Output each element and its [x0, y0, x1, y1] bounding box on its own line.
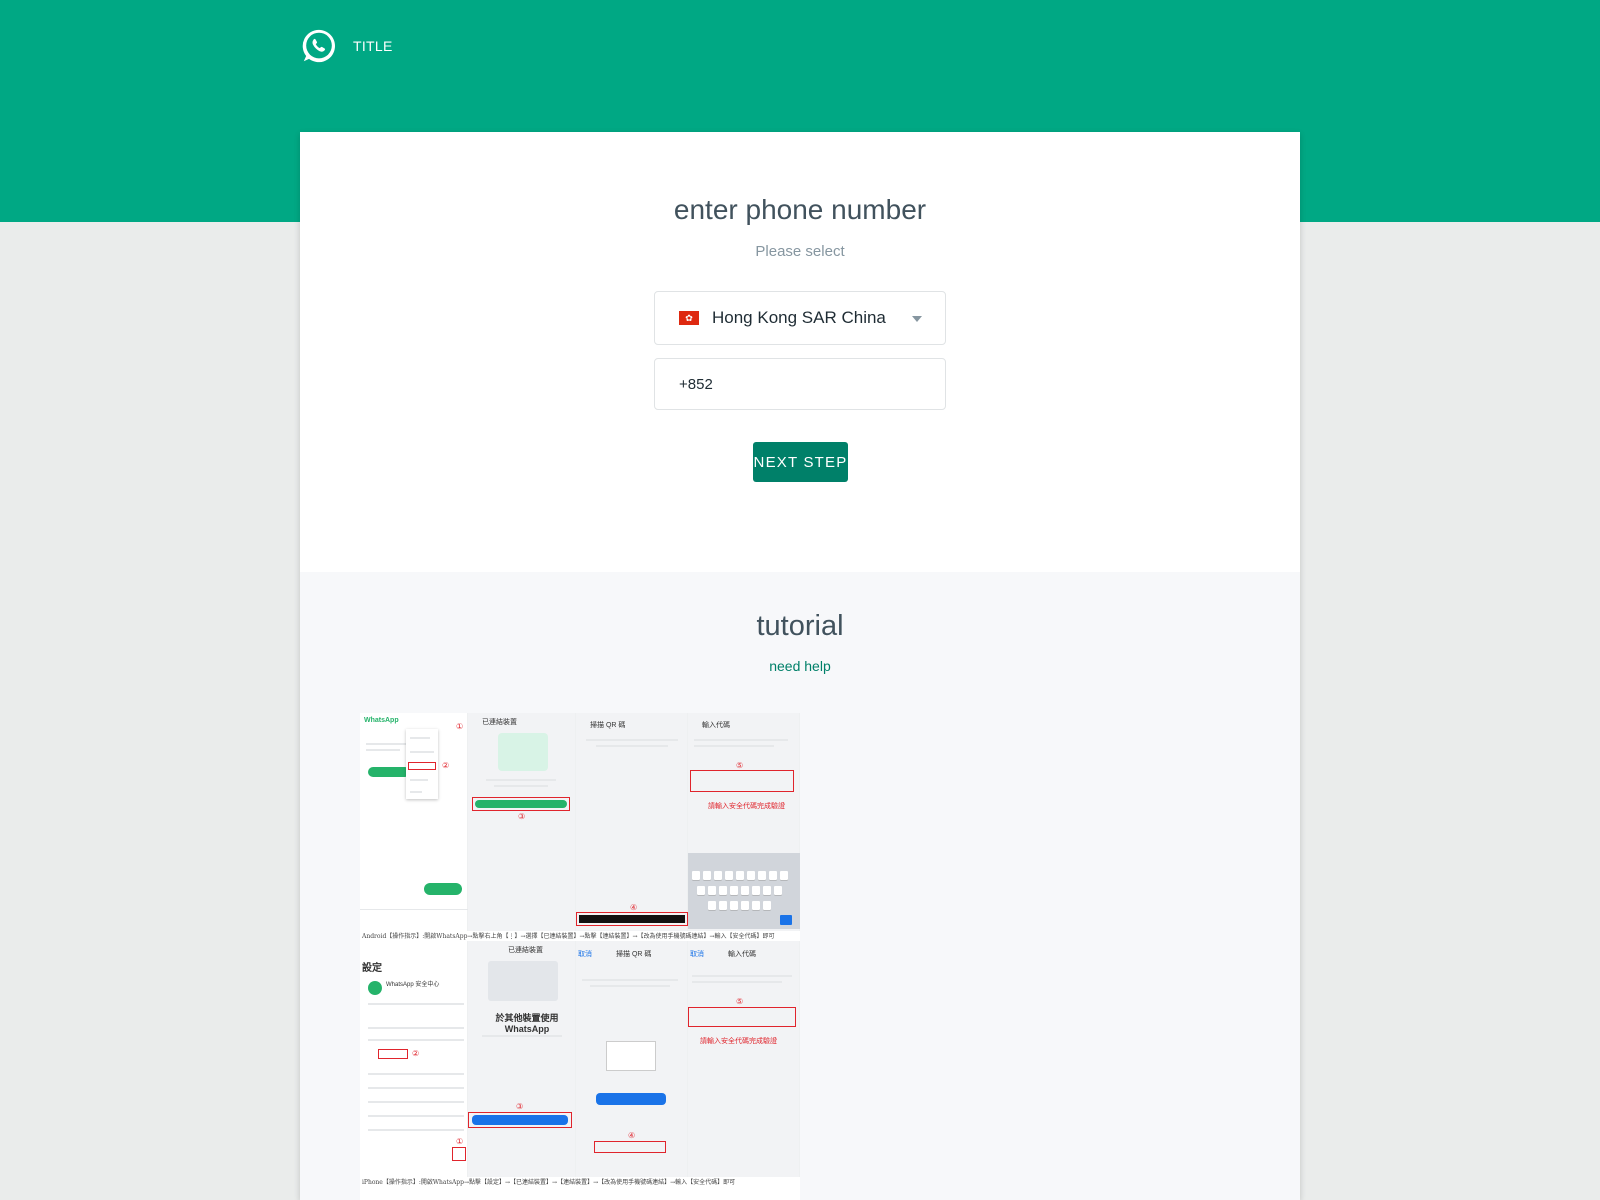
android-step3: ③ — [518, 812, 526, 821]
android-caption: Android【操作指示】:開啟WhatsApp→點擊右上角【⋮】→選擇【已連結… — [362, 933, 775, 940]
next-step-button[interactable]: NEXT STEP — [753, 442, 848, 482]
page-subtitle: Please select — [755, 243, 845, 260]
android-panel-1: WhatsApp ① ② — [360, 713, 468, 931]
hong-kong-flag-icon: ✿ — [679, 311, 699, 325]
android-green-button — [368, 767, 410, 777]
iphone-linked-devices-title: 已連結裝置 — [508, 947, 543, 954]
whatsapp-logo-icon — [302, 29, 335, 63]
android-scan-qr-title: 掃描 QR 碼 — [590, 722, 626, 729]
android-linked-devices-title: 已連結裝置 — [482, 719, 517, 726]
main-card: enter phone number Please select ✿ Hong … — [300, 132, 1300, 1200]
need-help-link[interactable]: need help — [300, 658, 1300, 674]
iphone-select-qr-title: 掃描 QR 碼 — [616, 951, 652, 958]
iphone-step4: ④ — [628, 1131, 636, 1140]
phone-number-input[interactable] — [654, 358, 946, 410]
iphone-step2: ② — [412, 1049, 420, 1058]
android-step2: ② — [442, 761, 450, 770]
brand: TITLE — [300, 27, 393, 65]
iphone-cancel: 取消 — [578, 951, 592, 958]
iphone-security-code-hint: 請輸入安全代碼完成驗證 — [700, 1038, 777, 1045]
iphone-caption: iPhone【操作指示】:開啟WhatsApp→點擊【設定】→【已連結裝置】→【… — [362, 1179, 736, 1186]
page-title: enter phone number — [673, 194, 927, 225]
android-step5: ⑤ — [736, 761, 744, 770]
iphone-panel-1: 設定 WhatsApp 安全中心 ② ① — [360, 941, 468, 1177]
chevron-down-icon — [912, 316, 922, 322]
iphone-step5: ⑤ — [736, 997, 744, 1006]
iphone-enter-code-title: 輸入代碼 — [728, 951, 756, 958]
country-select[interactable]: ✿ Hong Kong SAR China — [654, 291, 946, 345]
android-whatsapp-label: WhatsApp — [364, 717, 399, 724]
iphone-step3: ③ — [516, 1102, 524, 1111]
iphone-confirm-button — [596, 1093, 666, 1105]
tutorial-image: WhatsApp ① ② 已連結裝置 ③ 掃描 QR 碼 ④ 輸入代碼 ⑤ 請輸… — [360, 713, 800, 1200]
android-panel-2: 已連結裝置 ③ — [468, 713, 576, 931]
iphone-panel-4: 取消 輸入代碼 ⑤ 請輸入安全代碼完成驗證 — [688, 941, 800, 1177]
tutorial-heading: tutorial — [756, 610, 844, 642]
tutorial-section: tutorial need help WhatsApp ① ② 已連結裝置 ③ … — [300, 572, 1300, 1200]
iphone-link-device-button — [472, 1115, 568, 1125]
iphone-panel-3: 取消 掃描 QR 碼 ④ — [576, 941, 688, 1177]
android-enter-code-title: 輸入代碼 — [702, 722, 730, 729]
iphone-use-other-devices: 於其他裝置使用 WhatsApp — [495, 1013, 559, 1034]
iphone-step1: ① — [456, 1137, 464, 1146]
android-step4: ④ — [630, 903, 638, 912]
android-panel-4: 輸入代碼 ⑤ 請輸入安全代碼完成驗證 — [688, 713, 800, 931]
iphone-safety-center: WhatsApp 安全中心 — [386, 982, 440, 988]
android-link-device-button — [475, 800, 567, 808]
iphone-panel-2: 已連結裝置 於其他裝置使用 WhatsApp ③ — [468, 941, 576, 1177]
country-selected-value: Hong Kong SAR China — [712, 308, 886, 327]
phone-entry-section: enter phone number Please select ✿ Hong … — [300, 132, 1300, 572]
iphone-settings-title: 設定 — [362, 963, 382, 974]
android-security-code-hint: 請輸入安全代碼完成驗證 — [708, 803, 785, 810]
android-panel-3: 掃描 QR 碼 ④ — [576, 713, 688, 931]
iphone-cancel-2: 取消 — [690, 951, 704, 958]
android-menu — [406, 729, 438, 799]
app-title: TITLE — [353, 38, 393, 54]
android-step1: ① — [456, 722, 464, 731]
